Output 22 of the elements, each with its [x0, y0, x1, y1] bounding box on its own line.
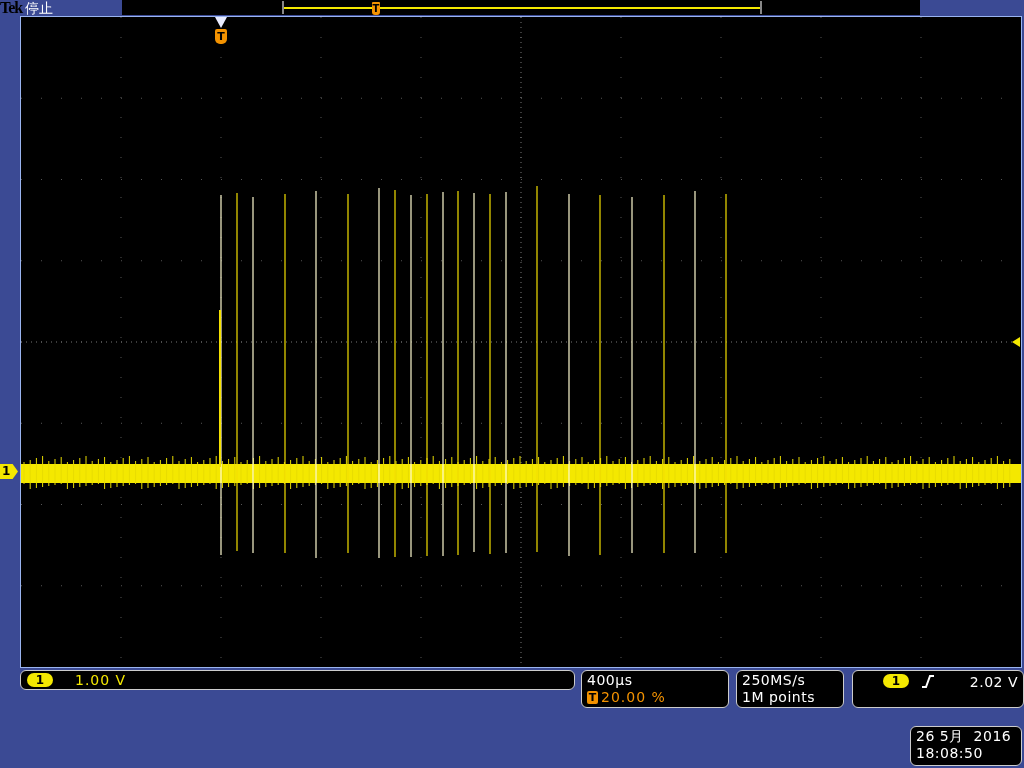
- sample-rate: 250MS/s: [742, 672, 807, 689]
- brand-label: Tek: [0, 0, 23, 16]
- vertical-scale: 1.00 V: [75, 672, 127, 688]
- time-text: 18:08:50: [916, 745, 984, 762]
- channel-badge: 1: [883, 674, 909, 688]
- trigger-position-icon: [215, 17, 227, 28]
- trigger-level-icon: [1012, 337, 1020, 347]
- channel-badge: 1: [27, 673, 53, 687]
- run-status: 停止: [25, 0, 54, 16]
- timebase-value: 400µs: [587, 672, 634, 689]
- trigger-marker: T: [372, 2, 380, 15]
- horizontal-readout[interactable]: 400µs T 20.00 %: [581, 670, 729, 708]
- trigger-marker[interactable]: T: [215, 29, 227, 44]
- date-text: 26 5月 2016: [916, 728, 1013, 745]
- channel-marker[interactable]: 1: [0, 464, 18, 479]
- channel-readout[interactable]: 1 1.00 V: [20, 670, 575, 690]
- trigger-position: 20.00 %: [601, 689, 666, 706]
- trigger-badge: T: [587, 691, 598, 704]
- record-length: 1M points: [742, 689, 816, 706]
- trigger-readout[interactable]: 1 2.02 V: [852, 670, 1024, 708]
- trigger-level: 2.02 V: [969, 674, 1018, 691]
- acquisition-readout[interactable]: 250MS/s 1M points: [736, 670, 844, 708]
